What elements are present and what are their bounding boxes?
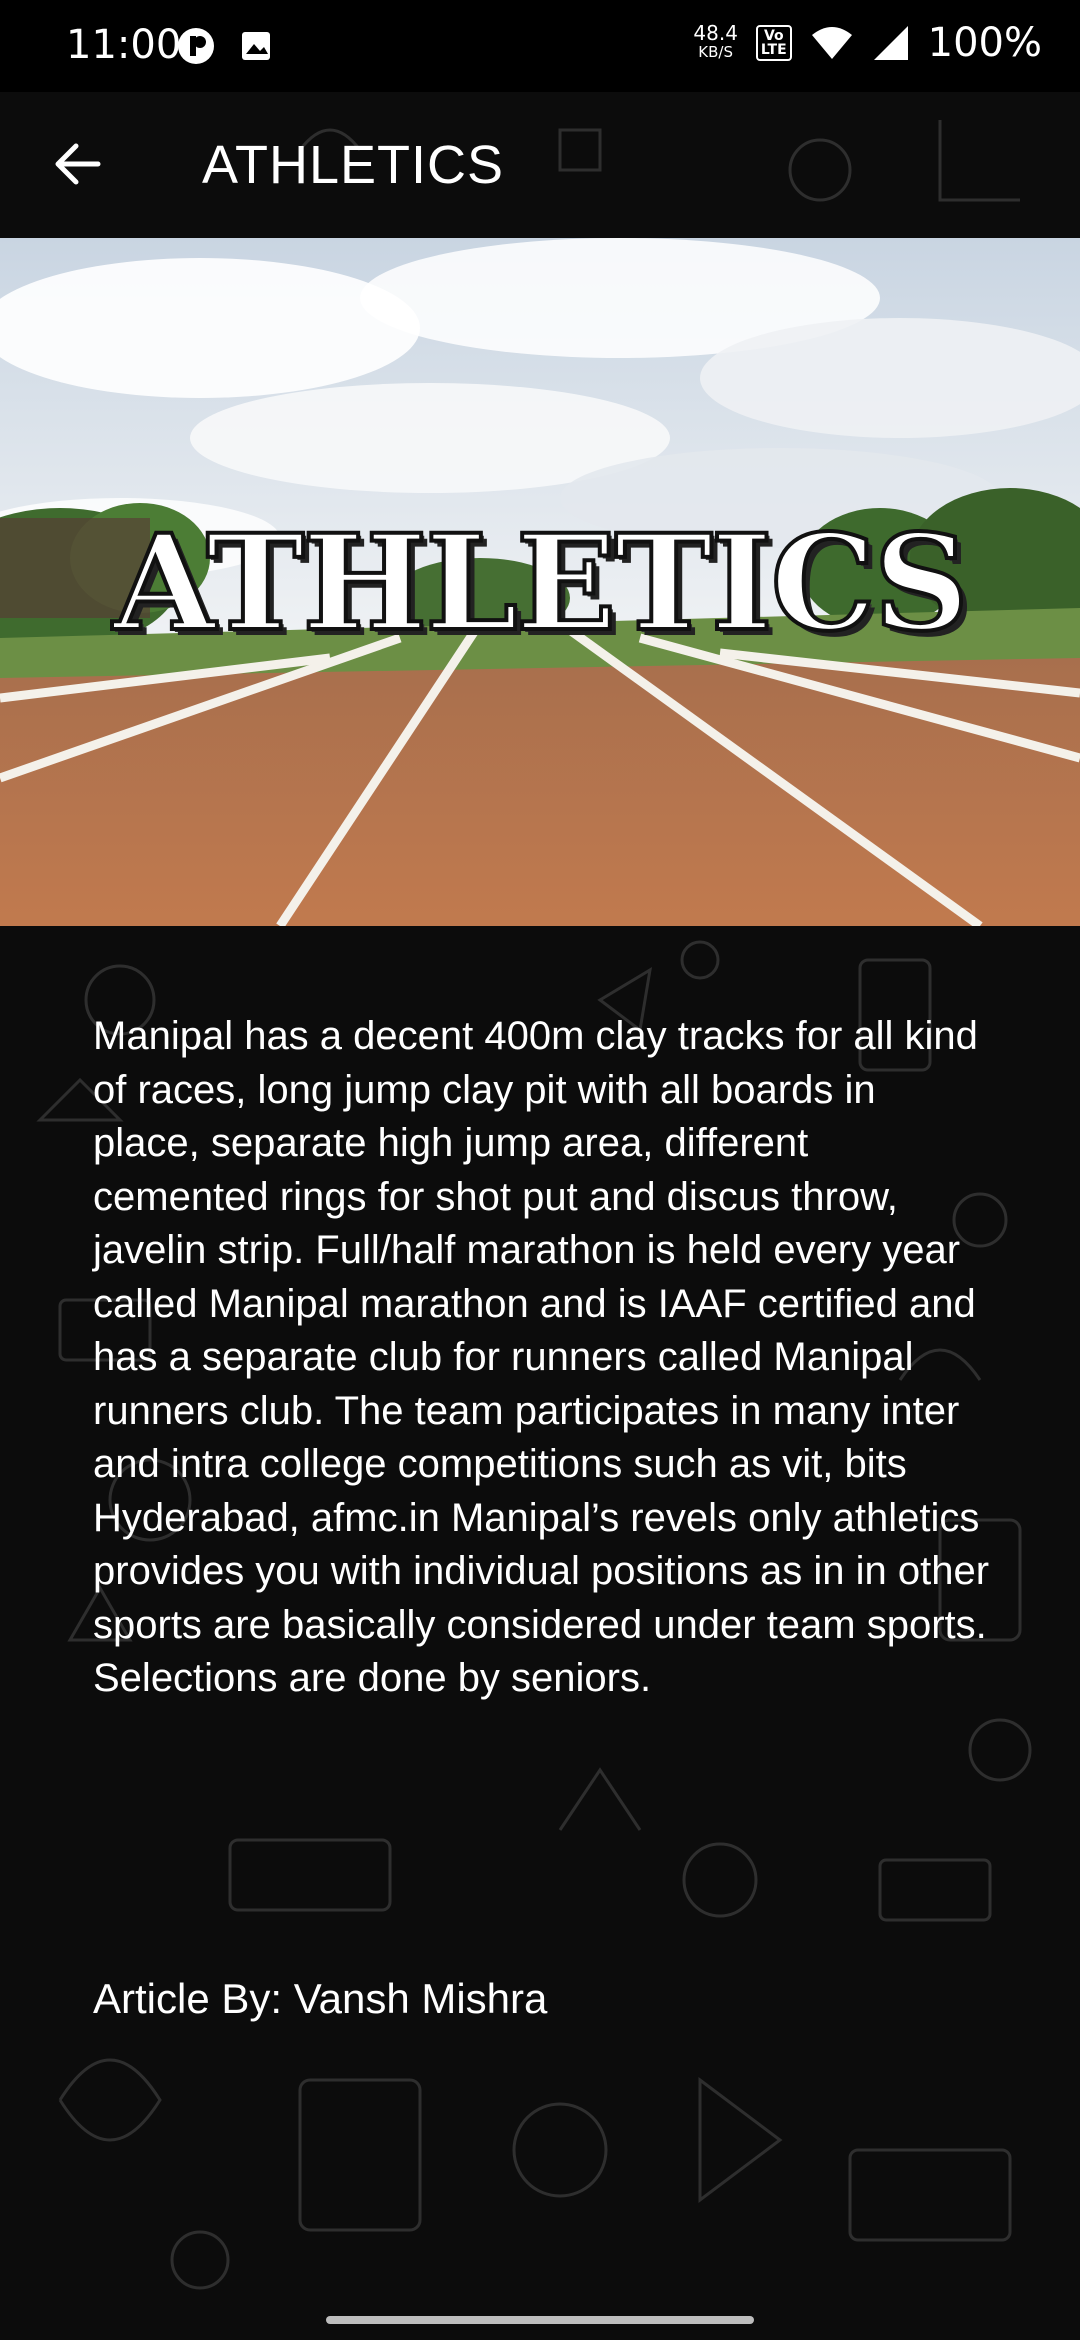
back-button[interactable] (46, 132, 110, 196)
signal-icon (873, 26, 908, 60)
arrow-left-icon (55, 143, 101, 185)
image-notification-icon (242, 32, 270, 60)
hero-title: ATHLETICS (111, 504, 971, 663)
status-right-group: 48.4 KB/S Vo LTE 100% (693, 20, 1042, 66)
article-body: Manipal has a decent 400m clay tracks fo… (93, 1014, 990, 1700)
status-bar: 11:00 48.4 KB/S Vo LTE 100% (0, 0, 1080, 92)
gesture-navigation-handle[interactable] (326, 2316, 754, 2324)
network-speed-value: 48.4 (693, 21, 738, 45)
battery-percentage: 100% (927, 20, 1042, 66)
hero-image: ATHLETICS (0, 238, 1080, 926)
network-speed: 48.4 KB/S (693, 21, 738, 62)
page-title: ATHLETICS (202, 135, 505, 195)
volte-icon: Vo LTE (755, 25, 792, 61)
article-author: Article By: Vansh Mishra (93, 1975, 548, 2022)
app-bar: ATHLETICS (0, 92, 1080, 238)
wifi-icon (811, 27, 852, 59)
status-time: 11:00 (66, 22, 182, 68)
article: Manipal has a decent 400m clay tracks fo… (93, 1010, 993, 1706)
notification-icons (176, 26, 276, 66)
app-notification-icon (178, 28, 214, 64)
network-speed-unit: KB/S (698, 43, 733, 61)
